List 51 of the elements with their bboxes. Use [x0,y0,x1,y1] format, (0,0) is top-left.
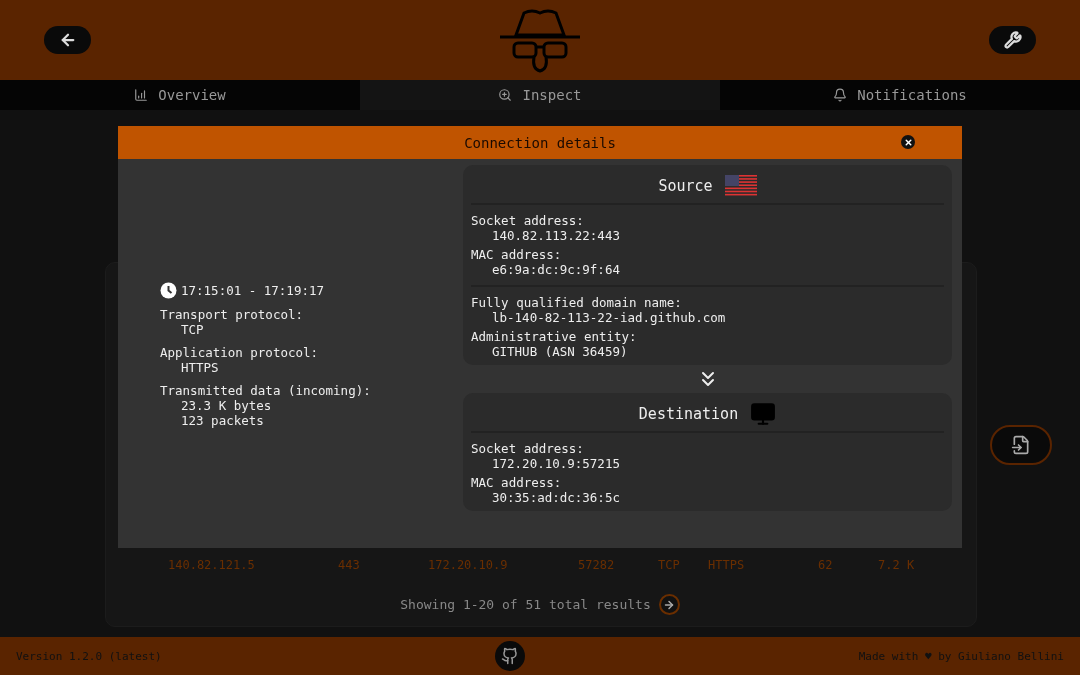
field-value: 140.82.113.22:443 [491,228,621,243]
file-import-icon [1011,435,1031,455]
zoom-icon [498,88,513,102]
table-cell-text: 7.2 K [878,558,916,572]
field-value: 30:35:ad:dc:36:5c [491,490,621,505]
field-label: MAC address: [471,247,563,262]
table-cell-text: 443 [338,558,361,572]
info-label: Transmitted data (incoming): [160,382,372,398]
table-cell-text: 62 [818,558,834,572]
card-title: Source [658,177,713,195]
wrench-icon [1003,31,1022,49]
close-button[interactable] [901,135,915,149]
table-cell-text: 57282 [578,558,616,572]
clock-icon [160,281,177,299]
results-summary: Showing 1-20 of 51 total results [400,597,651,612]
field-label: Administrative entity: [471,329,638,344]
flag-icon [724,175,757,197]
field-label: Socket address: [471,441,585,456]
tab[interactable]: Inspect [360,80,720,110]
version-text: Version 1.2.0 (latest) [16,649,162,663]
back-button[interactable] [44,26,91,54]
arrow-right-icon [663,598,676,611]
monitor-icon [750,401,777,427]
info-label: Transport protocol: [160,306,304,322]
field-value: 172.20.10.9:57215 [491,456,621,471]
close-icon [903,137,913,147]
card-title: Destination [638,405,739,423]
info-value: TCP [181,321,204,337]
table-cell-text: HTTPS [708,558,746,572]
export-button[interactable] [990,425,1052,465]
field-label: Fully qualified domain name: [471,295,683,310]
bell-icon [833,88,848,102]
info-value: 23.3 K bytes [180,397,273,413]
github-icon [501,647,520,665]
field-value: lb-140-82-113-22-iad.github.com [491,310,727,325]
table-cell-text: 140.82.121.5 [168,558,256,572]
dialog-title: Connection details [464,134,616,151]
github-button[interactable] [495,641,526,671]
credit-text: Made with ♥ by Giuliano Bellini [858,649,1064,663]
time-range: 17:15:01 - 17:19:17 [181,282,324,298]
info-value: HTTPS [181,359,219,375]
info-value: 123 packets [180,412,264,428]
info-label: Application protocol: [160,344,320,360]
table-cell-text: TCP [658,558,681,572]
field-value: e6:9a:dc:9c:9f:64 [491,262,621,277]
settings-button[interactable] [989,26,1036,54]
table-cell-text: 172.20.10.9 [428,558,509,572]
field-label: Socket address: [471,213,585,228]
field-label: MAC address: [471,475,563,490]
chart-icon [134,88,149,102]
field-value: GITHUB (ASN 36459) [491,344,629,359]
